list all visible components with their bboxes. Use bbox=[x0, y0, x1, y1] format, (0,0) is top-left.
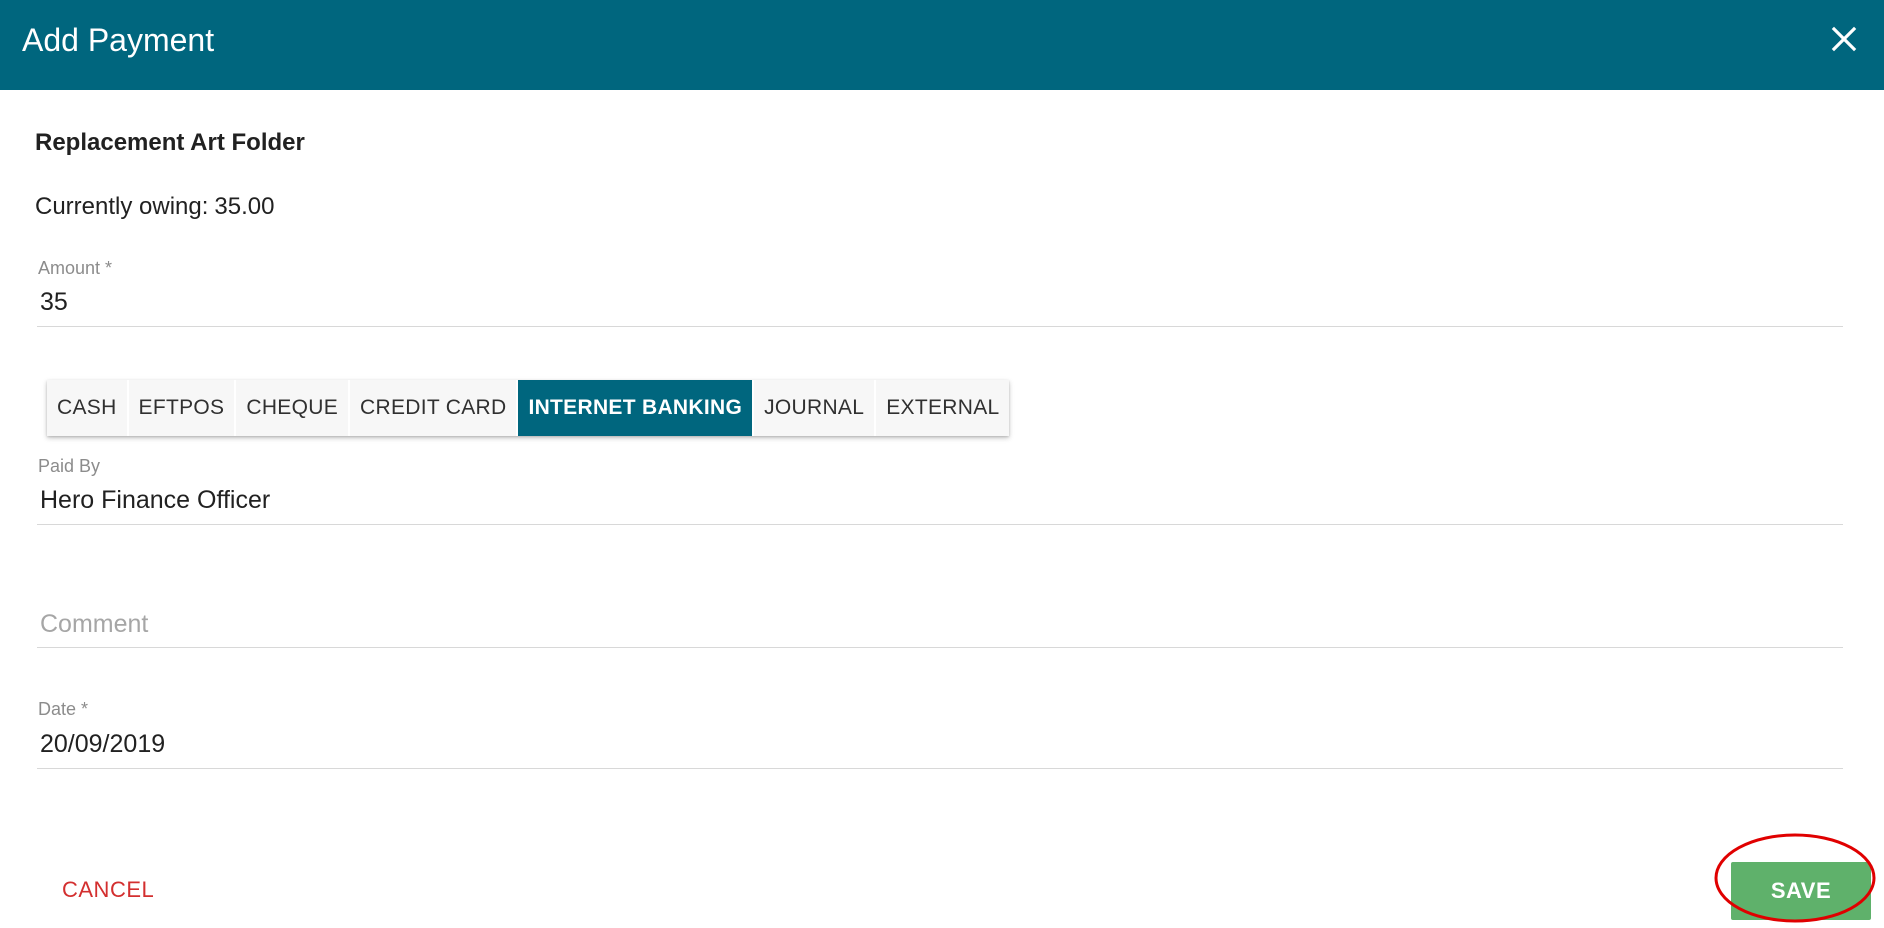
owing-value: 35.00 bbox=[214, 193, 275, 220]
owing-label: Currently owing: bbox=[35, 193, 209, 220]
close-icon bbox=[1831, 26, 1857, 52]
payment-method-eftpos[interactable]: EFTPOS bbox=[128, 380, 237, 436]
date-field: Date * bbox=[37, 697, 1843, 769]
date-input[interactable] bbox=[40, 728, 1830, 760]
date-label: Date * bbox=[38, 699, 89, 719]
payment-method-cheque[interactable]: CHEQUE bbox=[236, 380, 351, 436]
payment-method-credit-card[interactable]: CREDIT CARD bbox=[350, 380, 519, 436]
dialog-header: Add Payment bbox=[0, 0, 1884, 90]
currently-owing: Currently owing: 35.00 bbox=[35, 192, 274, 222]
paid-by-field: Paid By bbox=[37, 454, 1843, 525]
dialog-title: Add Payment bbox=[22, 22, 215, 58]
comment-input[interactable] bbox=[40, 608, 1830, 640]
item-title: Replacement Art Folder bbox=[35, 129, 305, 156]
payment-method-cash[interactable]: CASH bbox=[47, 380, 129, 436]
add-payment-dialog: Add Payment Replacement Art Folder Curre… bbox=[0, 0, 1884, 928]
save-area: SAVE bbox=[1713, 832, 1877, 924]
payment-method-journal[interactable]: JOURNAL bbox=[754, 380, 877, 436]
payment-method-internet-banking[interactable]: INTERNET BANKING bbox=[518, 380, 755, 436]
paid-by-label: Paid By bbox=[38, 456, 101, 476]
payment-method-external[interactable]: EXTERNAL bbox=[876, 380, 1010, 436]
payment-method-toggle: CASH EFTPOS CHEQUE CREDIT CARD INTERNET BANK… bbox=[47, 380, 1010, 436]
close-button[interactable] bbox=[1828, 22, 1860, 56]
save-button[interactable]: SAVE bbox=[1731, 862, 1871, 920]
paid-by-input[interactable] bbox=[40, 484, 1830, 516]
amount-input[interactable] bbox=[40, 286, 1830, 318]
cancel-button[interactable]: CANCEL bbox=[46, 870, 166, 910]
amount-field: Amount * bbox=[37, 256, 1843, 327]
comment-field bbox=[37, 600, 1843, 648]
amount-label: Amount * bbox=[38, 258, 113, 278]
